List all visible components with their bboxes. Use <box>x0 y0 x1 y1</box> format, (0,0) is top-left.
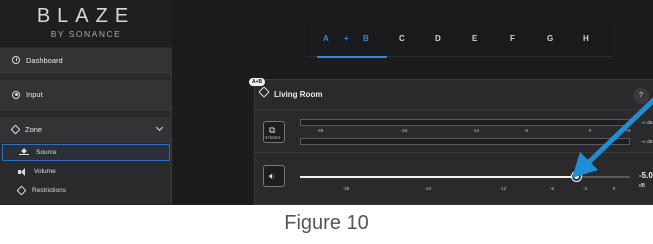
zone-panel: A+B Living Room ? ⧉ STEREO -48 -24 -12 -… <box>249 78 653 205</box>
volume-unit: dB <box>639 183 646 189</box>
volume-scale: -48 -24 -12 -6 -3 0 <box>300 186 630 194</box>
volume-tick: -3 <box>582 186 588 191</box>
speaker-icon: 🔉︎ <box>269 171 275 181</box>
volume-tick: -6 <box>549 186 555 191</box>
sidebar-subitem-source[interactable]: Source <box>2 144 170 161</box>
sidebar-item-dashboard[interactable]: Dashboard <box>0 48 172 73</box>
active-tab-indicator <box>317 56 387 58</box>
meter-left-readout: -∞ dB <box>641 120 653 125</box>
level-meter-left <box>300 119 630 126</box>
app-screen: BLAZE BY SONANCE Dashboard Input Zone So… <box>0 0 653 205</box>
logo-main-text: BLAZE <box>36 5 136 27</box>
meter-tick: -24 <box>400 128 408 133</box>
sidebar-item-input[interactable]: Input <box>0 80 172 110</box>
logo-sub-text: BY SONANCE <box>50 29 122 39</box>
tab-b[interactable]: B <box>363 34 369 43</box>
meter-tick: +6 <box>625 128 631 133</box>
meter-tick: 0 <box>588 128 592 133</box>
stereo-label: STEREO <box>265 136 281 140</box>
sidebar-subitem-label: Restrictions <box>32 187 66 194</box>
volume-tick: -48 <box>342 186 350 191</box>
figure-caption: Figure 10 <box>0 205 653 244</box>
tab-c[interactable]: C <box>399 34 405 43</box>
chevron-down-icon <box>155 123 164 132</box>
stereo-icon: ⧉ <box>269 125 276 135</box>
zone-group-badge: A+B <box>249 78 266 86</box>
sidebar: BLAZE BY SONANCE Dashboard Input Zone So… <box>0 0 172 205</box>
level-meter-right <box>300 138 630 145</box>
volume-tick: 0 <box>612 186 616 191</box>
zone-icon <box>10 124 21 134</box>
zone-tab-bar: A + B C D E F G H <box>307 22 612 58</box>
sidebar-item-zone[interactable]: Zone <box>0 117 172 142</box>
sidebar-item-label: Input <box>26 90 43 99</box>
volume-tick: -24 <box>424 186 432 191</box>
meter-tick: -12 <box>472 128 480 133</box>
sidebar-item-label: Dashboard <box>26 55 63 65</box>
clock-icon <box>12 56 20 64</box>
source-icon <box>19 149 29 157</box>
speaker-icon <box>18 167 27 176</box>
tab-g[interactable]: G <box>547 34 553 43</box>
meter-tick: -6 <box>523 128 529 133</box>
zone-panel-header: A+B Living Room ? <box>249 78 653 110</box>
help-button[interactable]: ? <box>633 88 649 104</box>
mute-button[interactable]: 🔉︎ <box>263 165 285 187</box>
row-divider <box>255 152 653 153</box>
volume-readout: -5.0 dB <box>639 171 653 189</box>
meter-right-readout: -∞ dB <box>641 139 653 144</box>
tab-d[interactable]: D <box>435 34 441 43</box>
volume-tick: -12 <box>499 186 507 191</box>
meter-scale: -48 -24 -12 -6 0 +6 <box>300 128 631 136</box>
zone-title: Living Room <box>274 90 323 99</box>
sidebar-subitem-volume[interactable]: Volume <box>2 163 170 180</box>
tab-a[interactable]: A <box>323 34 329 43</box>
meter-tick: -48 <box>316 128 324 133</box>
restrictions-icon <box>16 185 27 196</box>
sidebar-subitem-label: Volume <box>34 168 56 175</box>
tab-plus: + <box>344 34 349 43</box>
volume-slider-handle[interactable] <box>572 172 582 181</box>
zone-icon <box>258 86 270 98</box>
stereo-button[interactable]: ⧉ STEREO <box>263 121 285 143</box>
sidebar-item-label: Zone <box>25 124 43 134</box>
brand-logo: BLAZE BY SONANCE <box>0 0 172 47</box>
tab-f[interactable]: F <box>510 34 515 43</box>
tab-h[interactable]: H <box>583 34 589 43</box>
sidebar-subitem-restrictions[interactable]: Restrictions <box>2 182 170 199</box>
sidebar-subitem-label: Source <box>36 149 57 156</box>
tab-e[interactable]: E <box>472 34 477 43</box>
input-icon <box>12 90 20 99</box>
volume-slider-fill <box>300 176 578 178</box>
volume-value: -5.0 <box>639 171 653 180</box>
